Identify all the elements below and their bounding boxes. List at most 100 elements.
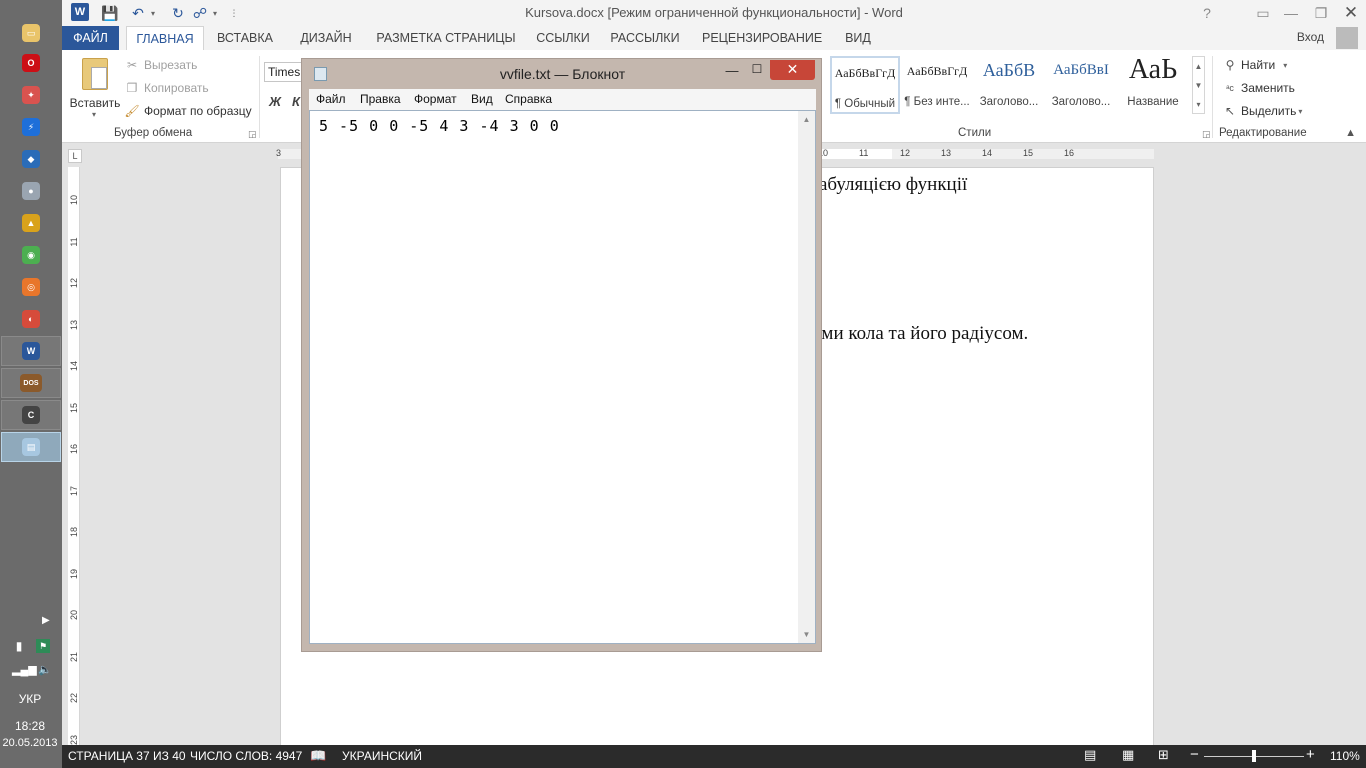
editing-group-label: Редактирование — [1219, 127, 1307, 139]
taskbar-app-chrome[interactable]: ◉ — [1, 240, 61, 270]
style-no-spacing[interactable]: АаБбВвГгД ¶ Без инте... — [902, 56, 972, 114]
style-heading-1[interactable]: АаБбВ Заголово... — [974, 56, 1044, 114]
window-title: Kursova.docx [Режим ограниченной функцио… — [525, 5, 903, 20]
action-center-icon[interactable]: ⚑ — [36, 639, 50, 653]
notepad-text-area[interactable]: 5 -5 0 0 -5 4 3 -4 3 0 0 ▲ ▼ — [309, 110, 816, 644]
clipboard-group-label: Буфер обмена — [114, 127, 193, 139]
taskbar-app-app5[interactable]: ◆ — [1, 144, 61, 174]
tab-page-layout[interactable]: РАЗМЕТКА СТРАНИЦЫ — [372, 26, 520, 50]
print-layout-icon[interactable]: ▦ — [1122, 747, 1134, 763]
taskbar-app-notepad[interactable]: ▤ — [1, 432, 61, 462]
menu-file[interactable]: Файл — [316, 92, 346, 106]
copy-button[interactable]: ❐ Копировать — [124, 79, 209, 97]
restore-icon[interactable]: ❐ — [1306, 2, 1336, 24]
dosbox-icon: DOS — [20, 374, 42, 392]
styles-gallery-scroll: ▲ ▼ ▾ — [1192, 56, 1205, 114]
menu-help[interactable]: Справка — [505, 92, 552, 106]
tab-insert[interactable]: ВСТАВКА — [212, 26, 278, 50]
taskbar-app-app9[interactable]: ◎ — [1, 272, 61, 302]
tab-home[interactable]: ГЛАВНАЯ — [126, 26, 204, 51]
chevron-up-icon[interactable]: ▲ — [1193, 57, 1204, 76]
opera-icon: O — [22, 54, 40, 72]
close-button[interactable]: ✕ — [770, 60, 815, 80]
ruler-tick-label: 19 — [69, 568, 79, 579]
minimize-button[interactable]: — — [720, 63, 744, 81]
style-heading-2[interactable]: АаБбВвІ Заголово... — [1046, 56, 1116, 114]
zoom-level[interactable]: 110% — [1330, 749, 1360, 763]
tray-chevron-icon[interactable]: ▶ — [42, 615, 50, 626]
tab-selector[interactable]: L — [68, 149, 82, 163]
close-icon[interactable]: ✕ — [1336, 2, 1366, 24]
ruler-tick-label: 13 — [941, 148, 952, 158]
sign-in-link[interactable]: Вход — [1297, 30, 1324, 44]
replace-button[interactable]: ᵃc Заменить — [1222, 79, 1295, 97]
chevron-down-icon[interactable]: ▼ — [798, 626, 815, 643]
taskbar-app-opera[interactable]: O — [1, 48, 61, 78]
taskbar-app-app6[interactable]: ● — [1, 176, 61, 206]
style-title[interactable]: АаЬ Название — [1118, 54, 1188, 114]
tab-file[interactable]: ФАЙЛ — [62, 26, 119, 50]
style-normal[interactable]: АаБбВвГгД ¶ Обычный — [830, 56, 900, 114]
notepad-content[interactable]: 5 -5 0 0 -5 4 3 -4 3 0 0 — [319, 117, 560, 135]
taskbar-app-dosbox[interactable]: DOS — [1, 368, 61, 398]
clock-date[interactable]: 20.05.2013 — [0, 737, 60, 749]
language-status[interactable]: УКРАИНСКИЙ — [342, 749, 422, 763]
gallery-more-icon[interactable]: ▾ — [1193, 95, 1204, 114]
document-text-line[interactable]: ами кола та його радіусом. — [813, 323, 1028, 345]
taskbar-app-word[interactable]: W — [1, 336, 61, 366]
taskbar-app-app10[interactable]: ◐ — [1, 304, 61, 334]
tab-references[interactable]: ССЫЛКИ — [532, 26, 594, 50]
clipboard-dialog-launcher-icon[interactable]: ◲ — [248, 129, 257, 140]
select-button[interactable]: ↖ Выделить ▾ — [1222, 102, 1302, 120]
ribbon-display-options-icon[interactable]: ▭ — [1248, 2, 1278, 24]
minimize-icon[interactable]: — — [1276, 2, 1306, 24]
read-mode-icon[interactable]: ▤ — [1084, 747, 1096, 763]
volume-icon[interactable]: 🔈 — [38, 663, 52, 676]
zoom-in-icon[interactable]: + — [1306, 746, 1315, 763]
format-painter-button[interactable]: 🖌 Формат по образцу — [124, 102, 251, 120]
taskbar-app-app3[interactable]: ✦ — [1, 80, 61, 110]
chevron-down-icon[interactable]: ▼ — [1193, 76, 1204, 95]
find-button[interactable]: ⚲ Найти ▾ — [1222, 56, 1288, 74]
copy-icon: ❐ — [126, 81, 138, 95]
battery-icon[interactable]: ▮ — [12, 639, 26, 653]
chevron-up-icon[interactable]: ▲ — [798, 111, 815, 128]
document-text-line[interactable]: абуляцією функції — [819, 174, 967, 196]
ruler-tick-label: 10 — [69, 195, 79, 206]
word-count[interactable]: ЧИСЛО СЛОВ: 4947 — [190, 749, 302, 763]
paste-button[interactable]: Вставить ▾ — [66, 54, 120, 122]
italic-button[interactable]: К — [292, 94, 300, 109]
tab-view[interactable]: ВИД — [840, 26, 876, 50]
vertical-scrollbar[interactable]: ▲ ▼ — [798, 111, 815, 643]
ruler-tick-label: 14 — [69, 361, 79, 372]
tab-review[interactable]: РЕЦЕНЗИРОВАНИЕ — [702, 26, 822, 50]
taskbar-app-explorer[interactable]: ▭ — [1, 18, 61, 48]
chevron-down-icon: ▾ — [1298, 106, 1303, 116]
bold-button[interactable]: Ж — [269, 94, 281, 109]
page-count[interactable]: СТРАНИЦА 37 ИЗ 40 — [68, 749, 186, 763]
avatar[interactable] — [1336, 27, 1358, 49]
maximize-button[interactable]: ☐ — [745, 62, 769, 80]
network-signal-icon[interactable]: ▂▄▆ — [12, 663, 37, 676]
scissors-icon: ✂ — [126, 58, 138, 72]
font-name-input[interactable]: Times — [264, 62, 304, 82]
proofing-icon[interactable]: 📖 — [310, 748, 326, 764]
tab-design[interactable]: ДИЗАЙН — [292, 26, 360, 50]
taskbar-app-app4[interactable]: ⚡ — [1, 112, 61, 142]
clock-time[interactable]: 18:28 — [0, 719, 60, 733]
menu-view[interactable]: Вид — [471, 92, 493, 106]
zoom-out-icon[interactable]: − — [1190, 746, 1199, 763]
menu-edit[interactable]: Правка — [360, 92, 401, 106]
cut-button[interactable]: ✂ Вырезать — [124, 56, 197, 74]
vertical-ruler[interactable]: 10 11 12 13 14 15 16 17 18 19 20 21 22 23 — [68, 167, 80, 745]
taskbar-app-app7[interactable]: ▲ — [1, 208, 61, 238]
tab-mailings[interactable]: РАССЫЛКИ — [608, 26, 682, 50]
menu-format[interactable]: Формат — [414, 92, 457, 106]
input-language[interactable]: УКР — [0, 692, 60, 706]
styles-dialog-launcher-icon[interactable]: ◲ — [1202, 129, 1211, 140]
collapse-ribbon-icon[interactable]: ▲ — [1345, 127, 1356, 139]
web-layout-icon[interactable]: ⊞ — [1158, 747, 1169, 763]
taskbar-app-app13[interactable]: C — [1, 400, 61, 430]
zoom-slider-thumb[interactable] — [1252, 750, 1256, 762]
help-icon[interactable]: ? — [1192, 2, 1222, 24]
